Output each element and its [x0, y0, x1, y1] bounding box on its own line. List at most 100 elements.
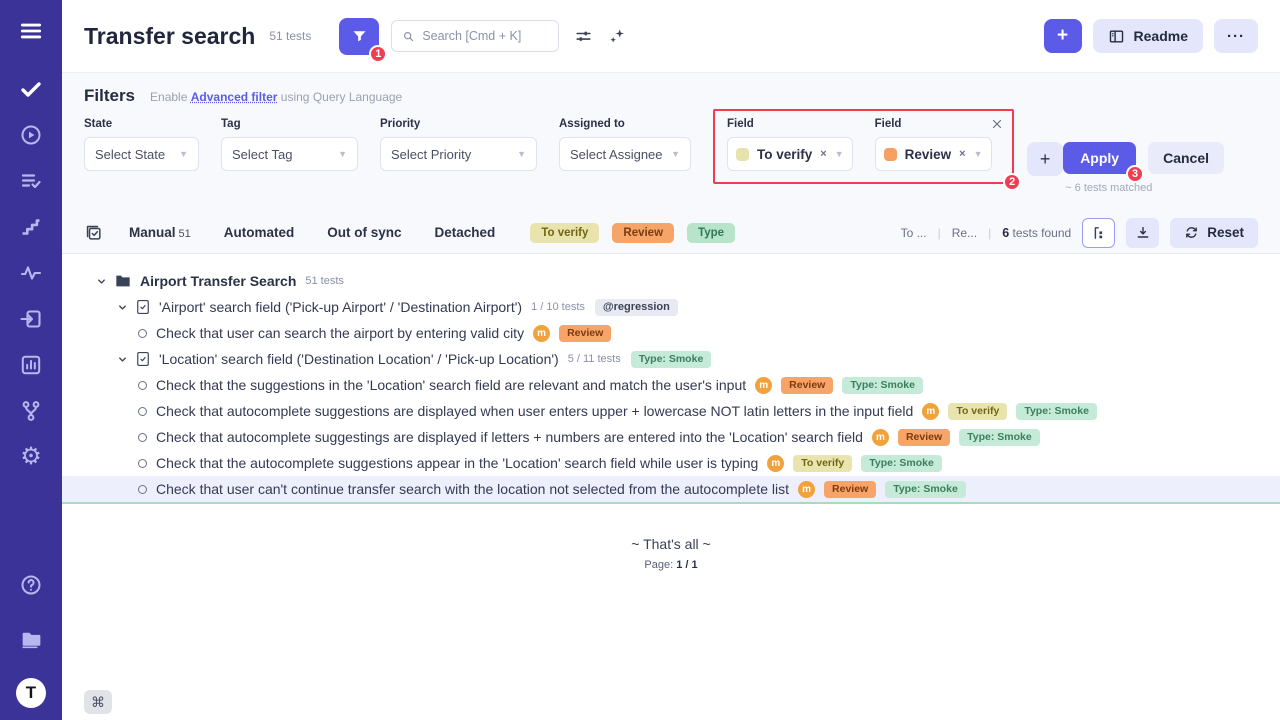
chevron-down-icon: ▼ [827, 149, 844, 159]
state-select[interactable]: Select State ▼ [84, 137, 199, 171]
tree-test-row[interactable]: Check that the autocomplete suggestions … [62, 450, 1280, 476]
manual-badge: m [798, 481, 815, 498]
tab-detached[interactable]: Detached [435, 225, 496, 240]
tree-test-row[interactable]: Check that the suggestions in the 'Locat… [62, 372, 1280, 398]
projects-folder-icon[interactable] [14, 624, 48, 654]
advanced-filter-link[interactable]: Advanced filter [191, 90, 278, 104]
settings-gear-icon[interactable]: ⚙ [14, 442, 48, 472]
tree-test-row[interactable]: Check that autocomplete suggestings are … [62, 424, 1280, 450]
filters-subtitle: Enable Advanced filter using Query Langu… [150, 90, 402, 104]
import-box-icon[interactable] [14, 304, 48, 334]
tree-suite-row[interactable]: 'Airport' search field ('Pick-up Airport… [62, 294, 1280, 320]
filter-group-state: State Select State ▼ [84, 118, 199, 171]
type-smoke-chip: Type: Smoke [959, 429, 1040, 446]
command-shortcut-button[interactable]: ⌘ [84, 690, 112, 714]
chevron-down-icon[interactable] [117, 302, 128, 313]
download-icon [1135, 225, 1151, 241]
filter-group-field-2: Field Review × ▼ [875, 118, 992, 171]
priority-select[interactable]: Select Priority ▼ [380, 137, 537, 171]
readme-button[interactable]: Readme [1093, 19, 1203, 53]
app-window: ⚙ T Transfer search 51 tests 1 [0, 0, 1280, 720]
page-title: Transfer search [84, 23, 255, 50]
download-button[interactable] [1126, 218, 1159, 248]
type-smoke-chip: Type: Smoke [885, 481, 966, 498]
search-input[interactable] [422, 29, 548, 43]
apply-button[interactable]: Apply [1063, 142, 1136, 174]
filters-heading: Filters [84, 86, 135, 106]
adjustments-icon[interactable] [574, 27, 593, 46]
annotated-field-filters: Field To verify × ▼ Field Review [713, 109, 1014, 184]
review-chip: Review [824, 481, 876, 498]
tag-chip: @regression [595, 299, 678, 316]
tree-test-row[interactable]: Check that autocomplete suggestions are … [62, 398, 1280, 424]
chip-to-verify[interactable]: To verify [530, 223, 599, 243]
column-re[interactable]: Re... [952, 226, 977, 240]
field-select-review[interactable]: Review × ▼ [875, 137, 992, 171]
bulk-select-icon[interactable] [84, 223, 103, 242]
sidebar: ⚙ T [0, 0, 62, 720]
assignee-select[interactable]: Select Assignee ▼ [559, 137, 691, 171]
test-tree: Airport Transfer Search 51 tests 'Airpor… [62, 254, 1280, 720]
tree-test-row-selected[interactable]: Check that user can't continue transfer … [62, 476, 1280, 504]
chevron-down-icon: ▼ [966, 149, 983, 159]
type-smoke-chip: Type: Smoke [1016, 403, 1097, 420]
column-to[interactable]: To ... [901, 226, 927, 240]
toolbar-right: To ... | Re... | 6 tests found Reset [901, 218, 1258, 248]
tag-select[interactable]: Select Tag ▼ [221, 137, 358, 171]
chevron-down-icon[interactable] [96, 276, 107, 287]
test-bullet-icon [138, 381, 147, 390]
filter-group-priority: Priority Select Priority ▼ [380, 118, 537, 171]
chip-review[interactable]: Review [612, 223, 674, 243]
cancel-button[interactable]: Cancel [1148, 142, 1224, 174]
tree-view-toggle[interactable] [1082, 218, 1115, 248]
test-plans-icon[interactable] [14, 166, 48, 196]
book-icon [1108, 28, 1125, 45]
tab-manual[interactable]: Manual51 [129, 225, 191, 240]
tree-suite-row[interactable]: 'Location' search field ('Destination Lo… [62, 346, 1280, 372]
branches-icon[interactable] [14, 396, 48, 426]
tab-out-of-sync[interactable]: Out of sync [327, 225, 401, 240]
chevron-down-icon: ▼ [663, 149, 680, 159]
filter-group-tag: Tag Select Tag ▼ [221, 118, 358, 171]
filters-panel: Filters Enable Advanced filter using Que… [62, 72, 1280, 212]
toolbar-filter-chips: To verify Review Type [530, 223, 735, 243]
annotation-badge-1: 1 [369, 45, 387, 63]
filter-button-wrap: 1 [339, 18, 379, 55]
tests-found-count: 6 tests found [1002, 226, 1071, 240]
review-chip: Review [898, 429, 950, 446]
reports-chart-icon[interactable] [14, 350, 48, 380]
app-logo[interactable]: T [16, 678, 46, 708]
add-button[interactable]: + [1044, 19, 1082, 53]
remove-field-filter-icon[interactable] [991, 118, 1003, 130]
add-field-filter-button[interactable]: + [1027, 142, 1063, 176]
hamburger-menu-icon[interactable] [14, 16, 48, 46]
tree-folder-row[interactable]: Airport Transfer Search 51 tests [62, 268, 1280, 294]
analytics-pulse-icon[interactable] [14, 258, 48, 288]
run-play-icon[interactable] [14, 120, 48, 150]
annotation-badge-3: 3 [1126, 165, 1144, 183]
test-bullet-icon [138, 407, 147, 416]
folder-icon [115, 274, 131, 288]
tab-automated[interactable]: Automated [224, 225, 295, 240]
list-footer: ~ That's all ~ Page: 1 / 1 [62, 536, 1280, 571]
chip-type[interactable]: Type [687, 223, 735, 243]
reset-button[interactable]: Reset [1170, 218, 1258, 248]
main-area: Transfer search 51 tests 1 + [62, 0, 1280, 720]
chevron-down-icon[interactable] [117, 354, 128, 365]
help-icon[interactable] [14, 570, 48, 600]
chevron-down-icon: ▼ [171, 149, 188, 159]
tree-test-row[interactable]: Check that user can search the airport b… [62, 320, 1280, 346]
to-verify-color-swatch [736, 148, 749, 161]
topbar-actions: + Readme ··· [1044, 19, 1258, 53]
steps-icon[interactable] [14, 212, 48, 242]
review-chip: Review [559, 325, 611, 342]
search-box[interactable] [391, 20, 559, 52]
sparkles-ai-icon[interactable] [608, 27, 627, 46]
more-options-button[interactable]: ··· [1214, 19, 1258, 53]
annotation-badge-2: 2 [1003, 173, 1021, 191]
tests-matched-text: ~ 6 tests matched [1063, 182, 1224, 194]
test-bullet-icon [138, 433, 147, 442]
tests-check-icon[interactable] [14, 74, 48, 104]
field-select-to-verify[interactable]: To verify × ▼ [727, 137, 853, 171]
pagination: Page: 1 / 1 [62, 559, 1280, 571]
